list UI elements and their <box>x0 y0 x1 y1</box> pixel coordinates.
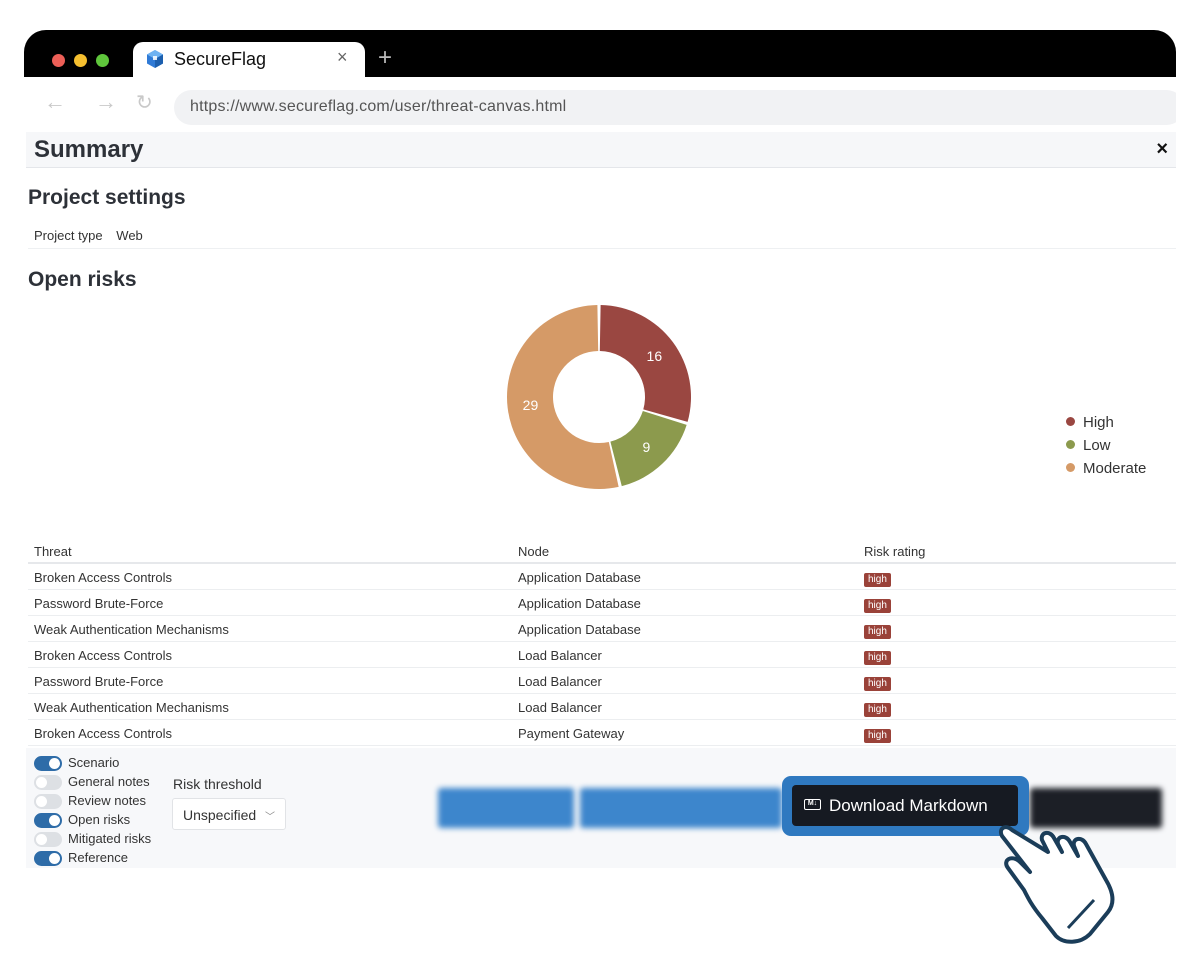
risk-threshold-label: Risk threshold <box>173 776 262 792</box>
risk-badge: high <box>864 703 891 717</box>
risk-badge: high <box>864 677 891 691</box>
legend-label: Low <box>1083 437 1111 454</box>
threat-cell: Password Brute-Force <box>34 596 164 611</box>
new-tab-icon[interactable]: + <box>378 44 392 72</box>
legend-swatch <box>1066 463 1075 472</box>
legend-swatch <box>1066 417 1075 426</box>
risk-badge: high <box>864 625 891 639</box>
divider <box>28 248 1176 249</box>
download-markdown-label: Download Markdown <box>829 796 988 815</box>
toggle-switch[interactable] <box>34 832 62 847</box>
pointer-hand-icon <box>999 825 1115 944</box>
tab-close-icon[interactable]: × <box>337 47 348 68</box>
toggle-switch[interactable] <box>34 756 62 771</box>
risk-badge: high <box>864 729 891 743</box>
header-threat: Threat <box>34 544 72 559</box>
node-cell: Load Balancer <box>518 648 602 663</box>
toggle-label: Open risks <box>68 812 131 827</box>
toggle-switch[interactable] <box>34 775 62 790</box>
browser-window: SecureFlag × + ← → ↻ https://www.securef… <box>24 30 1176 868</box>
toggle-switch[interactable] <box>34 794 62 809</box>
toggle-label: Mitigated risks <box>68 831 152 846</box>
forward-arrow-icon[interactable]: → <box>95 89 117 115</box>
donut-slice-high <box>599 305 691 422</box>
close-icon[interactable]: × <box>1156 138 1168 161</box>
table-row: Weak Authentication Mechanisms Load Bala… <box>28 694 1176 720</box>
threat-cell: Weak Authentication Mechanisms <box>34 700 229 715</box>
navigation-bar: ← → ↻ https://www.secureflag.com/user/th… <box>24 77 1176 132</box>
table-row: Broken Access Controls Application Datab… <box>28 564 1176 590</box>
node-cell: Payment Gateway <box>518 726 625 741</box>
tab-title: SecureFlag <box>174 49 267 69</box>
toggle-label: Review notes <box>68 793 147 808</box>
threat-cell: Broken Access Controls <box>34 648 173 663</box>
table-row: Password Brute-Force Load Balancer high <box>28 668 1176 694</box>
address-bar[interactable]: https://www.secureflag.com/user/threat-c… <box>174 90 1176 125</box>
threat-cell: Password Brute-Force <box>34 674 164 689</box>
risks-table: Threat Node Risk rating Broken Access Co… <box>28 537 1176 746</box>
risk-badge: high <box>864 599 891 613</box>
header-node: Node <box>518 544 550 559</box>
threat-cell: Weak Authentication Mechanisms <box>34 622 229 637</box>
summary-header: Summary × <box>26 132 1176 168</box>
table-row: Broken Access Controls Payment Gateway h… <box>28 720 1176 746</box>
node-cell: Application Database <box>518 622 641 637</box>
open-risks-heading: Open risks <box>28 268 137 291</box>
slice-label-moderate: 29 <box>523 397 539 413</box>
toggle-label: Scenario <box>68 755 120 770</box>
save-to-jira-button[interactable] <box>438 788 574 828</box>
minimize-window-button[interactable] <box>74 54 87 67</box>
threat-cell: Broken Access Controls <box>34 726 173 741</box>
markdown-icon: M↓ <box>804 799 821 810</box>
legend-label: Moderate <box>1083 460 1147 477</box>
risk-threshold-value: Unspecified <box>183 807 257 823</box>
slice-label-low: 9 <box>642 439 650 455</box>
project-type-value: Web <box>116 228 143 243</box>
browser-tab[interactable]: SecureFlag × <box>133 42 365 77</box>
table-row: Password Brute-Force Application Databas… <box>28 590 1176 616</box>
node-cell: Load Balancer <box>518 674 602 689</box>
slice-label-high: 16 <box>647 348 663 364</box>
download-markdown-button[interactable]: M↓ Download Markdown <box>792 785 1018 826</box>
table-row: Broken Access Controls Load Balancer hig… <box>28 642 1176 668</box>
toggle-label: Reference <box>68 850 128 865</box>
project-settings-heading: Project settings <box>28 186 186 209</box>
node-cell: Application Database <box>518 596 641 611</box>
legend-item-low: Low <box>1066 437 1111 454</box>
summary-panel: Summary × Project settings Project type … <box>24 132 1176 868</box>
project-type: Project type Web <box>34 228 153 243</box>
node-cell: Load Balancer <box>518 700 602 715</box>
header-risk-rating: Risk rating <box>864 544 926 559</box>
back-arrow-icon[interactable]: ← <box>44 89 66 115</box>
secureflag-logo-icon <box>147 50 163 68</box>
risk-badge: high <box>864 651 891 665</box>
legend-swatch <box>1066 440 1075 449</box>
risk-threshold-select[interactable]: Unspecified ﹀ <box>172 798 286 830</box>
tab-bar: SecureFlag × + <box>24 30 1176 77</box>
node-cell: Application Database <box>518 570 641 585</box>
toggle-switch[interactable] <box>34 851 62 866</box>
summary-title: Summary <box>34 136 144 163</box>
maximize-window-button[interactable] <box>96 54 109 67</box>
table-row: Weak Authentication Mechanisms Applicati… <box>28 616 1176 642</box>
close-window-button[interactable] <box>52 54 65 67</box>
reload-icon[interactable]: ↻ <box>136 90 153 115</box>
threat-cell: Broken Access Controls <box>34 570 173 585</box>
save-to-azure-boards-button[interactable] <box>580 788 782 828</box>
legend-item-moderate: Moderate <box>1066 460 1146 477</box>
open-risks-donut-chart: 16 9 29 <box>507 305 691 489</box>
toggle-label: General notes <box>68 774 150 789</box>
legend-label: High <box>1083 414 1114 431</box>
risk-badge: high <box>864 573 891 587</box>
legend-item-high: High <box>1066 414 1114 431</box>
project-type-label: Project type <box>34 228 103 243</box>
chevron-down-icon: ﹀ <box>265 812 275 823</box>
toggle-switch[interactable] <box>34 813 62 828</box>
table-header: Threat Node Risk rating <box>28 537 1176 564</box>
